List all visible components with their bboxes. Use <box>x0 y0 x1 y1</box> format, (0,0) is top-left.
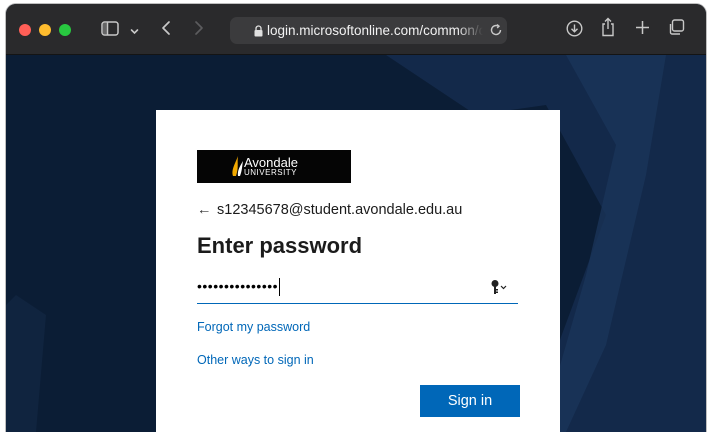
address-bar[interactable]: login.microsoftonline.com/common/o <box>230 17 507 44</box>
identity-email: s12345678@student.avondale.edu.au <box>217 202 463 218</box>
sidebar-icon[interactable] <box>101 21 119 41</box>
zoom-window-button[interactable] <box>59 24 71 36</box>
browser-window: login.microsoftonline.com/common/o Avond… <box>6 4 706 432</box>
avondale-logo: Avondale UNIVERSITY <box>197 150 351 183</box>
other-ways-link[interactable]: Other ways to sign in <box>197 353 314 367</box>
new-tab-icon[interactable] <box>635 20 650 40</box>
flame-logo-icon <box>232 156 243 176</box>
page-content: Avondale UNIVERSITY ← s12345678@student.a… <box>6 55 706 432</box>
minimize-window-button[interactable] <box>39 24 51 36</box>
forgot-password-link[interactable]: Forgot my password <box>197 320 310 334</box>
tabs-overview-icon[interactable] <box>668 19 685 41</box>
password-dots: ••••••••••••••• <box>197 278 279 294</box>
password-value[interactable]: ••••••••••••••• <box>197 278 281 297</box>
text-caret <box>279 278 281 297</box>
logo-subtitle: UNIVERSITY <box>244 168 298 177</box>
forward-icon[interactable] <box>194 20 204 41</box>
password-key-icon[interactable] <box>490 279 508 300</box>
chevron-down-icon[interactable] <box>130 23 139 41</box>
password-field[interactable]: ••••••••••••••• <box>197 273 518 304</box>
back-arrow-icon[interactable]: ← <box>197 202 217 218</box>
identity-banner: ← s12345678@student.avondale.edu.au <box>197 202 462 218</box>
sign-in-button[interactable]: Sign in <box>420 385 520 417</box>
page-title: Enter password <box>197 233 363 258</box>
url-text[interactable]: login.microsoftonline.com/common/o <box>267 23 483 38</box>
share-icon[interactable] <box>601 17 615 42</box>
close-window-button[interactable] <box>19 24 31 36</box>
login-card: Avondale UNIVERSITY ← s12345678@student.a… <box>156 110 560 432</box>
lock-icon <box>254 24 263 42</box>
download-icon[interactable] <box>566 20 583 42</box>
browser-toolbar: login.microsoftonline.com/common/o <box>6 4 706 55</box>
reload-icon[interactable] <box>489 23 503 42</box>
back-icon[interactable] <box>161 20 171 41</box>
